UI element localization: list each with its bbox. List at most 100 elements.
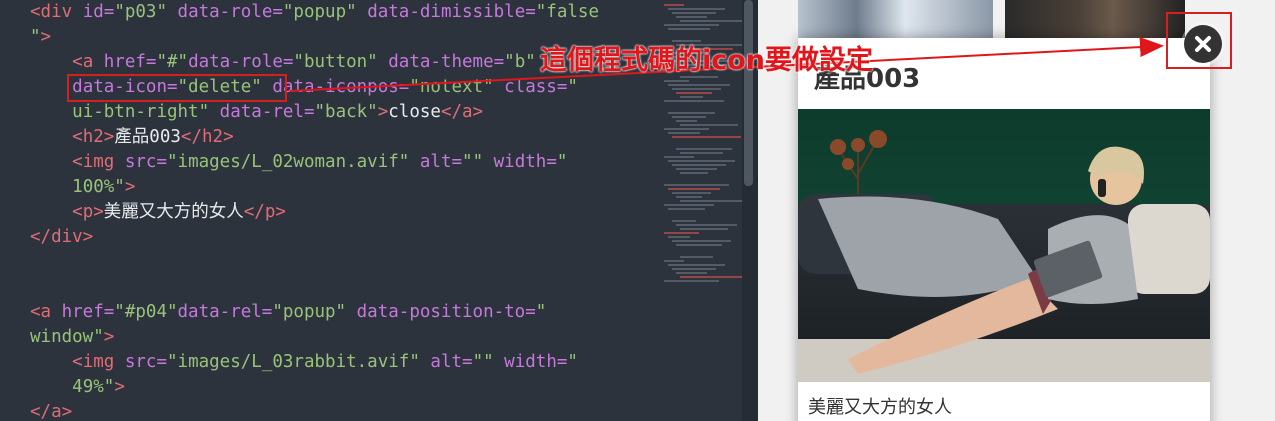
code-token: <a <box>30 302 62 322</box>
minimap-line <box>672 88 721 90</box>
minimap-line <box>676 224 737 226</box>
minimap-line <box>676 120 697 122</box>
code-line[interactable]: </a> <box>30 400 670 421</box>
code-line[interactable]: <div id="p03" data-role="popup" data-dim… <box>30 0 670 25</box>
minimap-line <box>680 96 703 98</box>
minimap-line <box>664 260 684 262</box>
code-token: alt= <box>430 352 473 372</box>
code-token: data-iconpos= <box>272 77 410 97</box>
highlight-box-data-icon <box>67 74 287 102</box>
code-token: 100%" <box>72 177 125 197</box>
code-line[interactable]: 49%"> <box>30 375 670 400</box>
minimap-line <box>668 236 690 238</box>
code-token: close <box>388 102 441 122</box>
minimap-line <box>672 240 731 242</box>
scrollbar-thumb[interactable] <box>744 0 753 186</box>
code-token: "" <box>472 352 505 372</box>
code-line[interactable] <box>30 250 670 275</box>
minimap-line <box>676 196 702 198</box>
code-token: > <box>124 177 136 197</box>
minimap-line <box>668 28 710 30</box>
code-token: width= <box>504 352 568 372</box>
popup-image-woman <box>798 109 1210 382</box>
code-token: alt= <box>419 152 463 172</box>
code-token: " <box>30 27 41 47</box>
minimap-line <box>668 112 715 114</box>
minimap-line <box>676 148 732 150</box>
minimap-line <box>664 232 699 234</box>
minimap-line <box>664 100 724 102</box>
code-token: window" <box>30 327 104 347</box>
code-token: data-rel= <box>219 102 315 122</box>
code-token: src= <box>124 152 167 172</box>
popup-dialog: 產品003 美麗又大方的女人 <box>798 38 1210 421</box>
background-thumbnail-robot[interactable] <box>798 0 993 38</box>
code-token: " <box>567 352 578 372</box>
code-token: "#p04" <box>114 302 178 322</box>
minimap-line <box>672 268 716 270</box>
minimap-line <box>680 200 743 202</box>
code-line[interactable]: <a href="#p04"data-rel="popup" data-posi… <box>30 300 670 325</box>
code-token: data-role= <box>177 2 283 22</box>
code-token: " <box>556 152 568 172</box>
code-token: 49%" <box>72 377 115 397</box>
code-token: "images/L_03rabbit.avif" <box>167 352 431 372</box>
code-line[interactable]: <img src="images/L_02woman.avif" alt="" … <box>30 150 670 175</box>
code-token: > <box>114 377 125 397</box>
code-token: " <box>535 302 547 322</box>
code-token: "#" <box>156 52 189 72</box>
highlight-box-close-button <box>1166 12 1232 69</box>
minimap-line <box>668 132 700 134</box>
code-token: <p> <box>72 202 104 222</box>
code-token: </p> <box>243 202 286 222</box>
code-token: "b" <box>504 52 536 72</box>
code-line[interactable]: ui-btn-right" data-rel="back">close</a> <box>30 100 670 125</box>
code-line[interactable]: window"> <box>30 325 670 350</box>
minimap-line <box>680 20 748 22</box>
code-line[interactable]: 100%"> <box>30 175 670 200</box>
code-token: "" <box>462 152 494 172</box>
code-line[interactable]: </div> <box>30 225 670 250</box>
minimap-line <box>680 124 738 126</box>
minimap-line <box>680 276 748 278</box>
minimap-line <box>672 136 741 138</box>
minimap-line <box>680 228 728 230</box>
minimap-line <box>664 204 714 206</box>
background-thumbnail-person[interactable] <box>1005 0 1185 38</box>
code-line[interactable]: <h2>產品003</h2> <box>30 125 670 150</box>
code-token: </h2> <box>180 127 234 147</box>
popup-caption: 美麗又大方的女人 <box>808 397 952 418</box>
minimap-line <box>680 256 713 258</box>
code-token: "back" <box>314 102 378 122</box>
code-line[interactable] <box>30 275 670 300</box>
code-token: "false <box>535 2 599 22</box>
code-token: div <box>40 2 83 22</box>
code-line[interactable]: <img src="images/L_03rabbit.avif" alt=""… <box>30 350 670 375</box>
minimap-line <box>672 220 696 222</box>
code-token: data-role= <box>188 52 294 72</box>
code-token: data-position-to= <box>356 302 536 322</box>
minimap-line <box>672 192 711 194</box>
minimap-line <box>680 152 723 154</box>
code-token: </a> <box>30 402 73 421</box>
code-line[interactable]: <p>美麗又大方的女人</p> <box>30 200 670 225</box>
code-token: "notext" <box>409 77 505 97</box>
code-token: "images/L_02woman.avif" <box>167 152 420 172</box>
code-token: > <box>377 102 389 122</box>
code-token: data-rel= <box>177 302 273 322</box>
minimap-line <box>676 168 717 170</box>
minimap-line <box>664 128 709 130</box>
code-token: < <box>30 2 41 22</box>
minimap-line <box>680 172 708 174</box>
code-token: "popup" <box>282 2 368 22</box>
minimap-line <box>664 280 719 282</box>
code-token: " <box>567 77 578 97</box>
code-token: </div> <box>30 227 94 247</box>
